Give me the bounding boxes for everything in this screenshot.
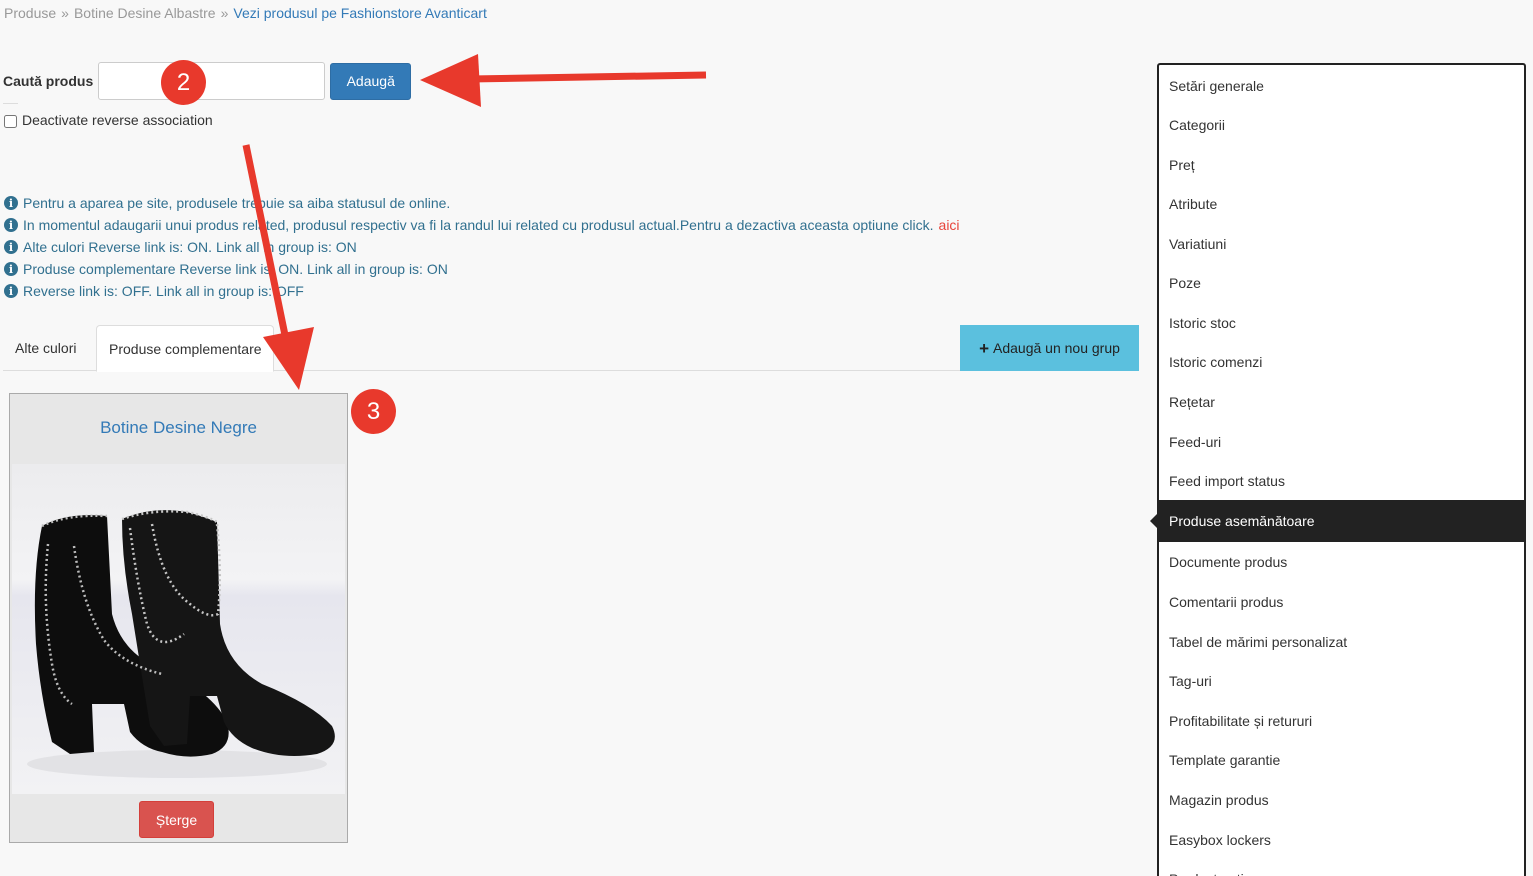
menu-item-documente-produs[interactable]: Documente produs <box>1159 542 1524 582</box>
reverse-association-checkbox[interactable] <box>4 115 17 128</box>
menu-item-feed-uri[interactable]: Feed-uri <box>1159 422 1524 462</box>
search-row: Caută produs Adaugă <box>3 62 412 100</box>
menu-item-profitabilitate[interactable]: Profitabilitate și retururi <box>1159 701 1524 741</box>
info-line: i Pentru a aparea pe site, produsele tre… <box>4 192 960 214</box>
menu-item-setari-generale[interactable]: Setări generale <box>1159 66 1524 106</box>
related-product-card: Botine Desine Negre Șterge <box>9 393 348 843</box>
menu-item-product-options[interactable]: Product options <box>1159 859 1524 876</box>
info-text: Pentru a aparea pe site, produsele trebu… <box>23 195 451 211</box>
search-label: Caută produs <box>3 73 94 89</box>
plus-icon: + <box>979 338 990 358</box>
add-group-button[interactable]: + Adaugă un nou grup <box>960 325 1139 371</box>
menu-item-variatiuni[interactable]: Variatiuni <box>1159 224 1524 264</box>
breadcrumb: Produse» Botine Desine Albastre» Vezi prod… <box>4 5 487 21</box>
info-text: Reverse link is: OFF. Link all in group … <box>23 283 304 299</box>
info-text: In momentul adaugarii unui produs relate… <box>23 217 934 233</box>
menu-item-tabel-marimi[interactable]: Tabel de mărimi personalizat <box>1159 622 1524 662</box>
reverse-association-option[interactable]: Deactivate reverse association <box>4 112 213 128</box>
add-group-label: Adaugă un nou grup <box>993 340 1120 356</box>
divider <box>3 103 18 104</box>
product-image <box>12 464 345 794</box>
delete-button[interactable]: Șterge <box>139 801 214 838</box>
info-circle-icon: i <box>4 240 18 254</box>
menu-item-categorii[interactable]: Categorii <box>1159 105 1524 145</box>
product-title[interactable]: Botine Desine Negre <box>10 418 347 438</box>
disable-option-link[interactable]: aici <box>939 217 960 233</box>
menu-item-produse-asemanatoare[interactable]: Produse asemănătoare <box>1159 500 1524 542</box>
info-line: i In momentul adaugarii unui produs rela… <box>4 214 960 236</box>
info-line: i Reverse link is: OFF. Link all in grou… <box>4 280 960 302</box>
info-circle-icon: i <box>4 218 18 232</box>
group-tabs: Alte culori Produse complementare + Adau… <box>3 325 1139 372</box>
menu-item-feed-import-status[interactable]: Feed import status <box>1159 461 1524 501</box>
add-product-button[interactable]: Adaugă <box>330 62 412 100</box>
info-text: Produse complementare Reverse link is: O… <box>23 261 448 277</box>
menu-item-template-garantie[interactable]: Template garantie <box>1159 740 1524 780</box>
tab-produse-complementare[interactable]: Produse complementare <box>96 325 274 372</box>
info-circle-icon: i <box>4 196 18 210</box>
menu-item-pret[interactable]: Preț <box>1159 145 1524 185</box>
view-on-store-link[interactable]: Vezi produsul pe Fashionstore Avanticart <box>233 5 486 21</box>
breadcrumb-separator: » <box>61 5 69 21</box>
reverse-association-label: Deactivate reverse association <box>22 112 213 128</box>
breadcrumb-item-produse[interactable]: Produse <box>4 5 56 21</box>
info-text: Alte culori Reverse link is: ON. Link al… <box>23 239 357 255</box>
menu-item-magazin-produs[interactable]: Magazin produs <box>1159 780 1524 820</box>
breadcrumb-item-product[interactable]: Botine Desine Albastre <box>74 5 216 21</box>
menu-item-comentarii-produs[interactable]: Comentarii produs <box>1159 582 1524 622</box>
info-line: i Alte culori Reverse link is: ON. Link … <box>4 236 960 258</box>
menu-item-easybox-lockers[interactable]: Easybox lockers <box>1159 820 1524 860</box>
info-messages: i Pentru a aparea pe site, produsele tre… <box>4 192 960 302</box>
menu-item-istoric-stoc[interactable]: Istoric stoc <box>1159 303 1524 343</box>
info-circle-icon: i <box>4 262 18 276</box>
menu-item-atribute[interactable]: Atribute <box>1159 184 1524 224</box>
arrow-to-add-button <box>420 54 707 107</box>
menu-item-istoric-comenzi[interactable]: Istoric comenzi <box>1159 342 1524 382</box>
info-circle-icon: i <box>4 284 18 298</box>
step-badge-3: 3 <box>351 389 396 434</box>
tab-alte-culori[interactable]: Alte culori <box>3 325 88 371</box>
product-settings-menu: Setări generale Categorii Preț Atribute … <box>1157 63 1526 876</box>
menu-item-retetar[interactable]: Rețetar <box>1159 382 1524 422</box>
search-input[interactable] <box>98 62 326 100</box>
breadcrumb-separator: » <box>220 5 229 21</box>
menu-item-poze[interactable]: Poze <box>1159 263 1524 303</box>
info-line: i Produse complementare Reverse link is:… <box>4 258 960 280</box>
menu-item-tag-uri[interactable]: Tag-uri <box>1159 661 1524 701</box>
